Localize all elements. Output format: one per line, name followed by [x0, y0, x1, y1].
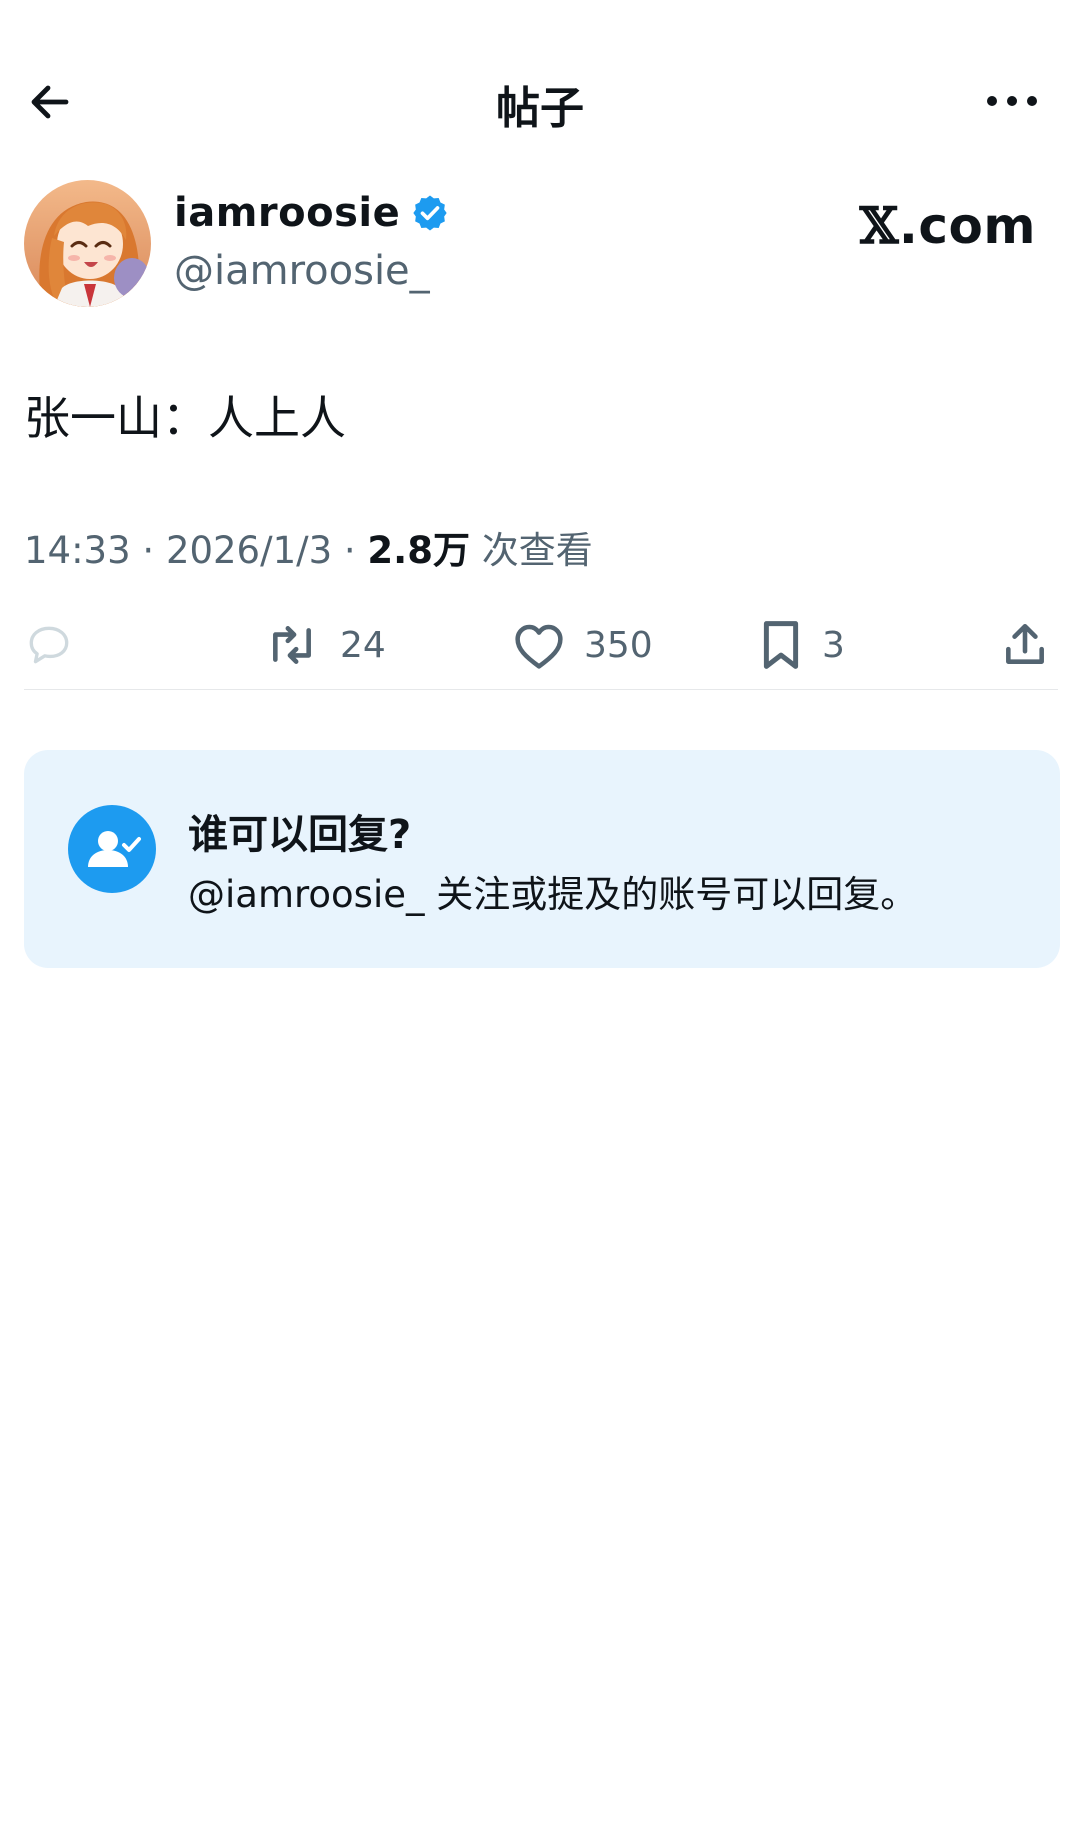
reply-restriction-description: @iamroosie_ 关注或提及的账号可以回复。: [188, 873, 918, 916]
heart-icon: [515, 624, 563, 669]
x-logo-mark: 𝕏: [859, 196, 899, 255]
reply-restriction-title: 谁可以回复?: [188, 812, 412, 858]
more-horizontal-icon: [987, 96, 1037, 106]
reply-button[interactable]: [24, 610, 92, 680]
meta-separator: ·: [343, 529, 356, 572]
post-text: 张一山：人上人: [24, 391, 346, 445]
like-button[interactable]: 350: [512, 610, 653, 680]
like-count: 350: [584, 624, 653, 666]
display-name[interactable]: iamroosie: [174, 190, 400, 236]
avatar[interactable]: [24, 180, 151, 307]
x-logo-suffix: .com: [898, 197, 1036, 255]
bookmark-icon: [763, 621, 799, 669]
bookmark-count: 3: [822, 624, 845, 666]
post-meta: 14:33 · 2026/1/3 · 2.8万 次查看: [24, 520, 593, 574]
user-check-icon: [68, 805, 156, 893]
more-button[interactable]: [984, 88, 1040, 114]
page-title: 帖子: [496, 83, 584, 134]
anime-girl-avatar: [24, 180, 151, 307]
views-label: 次查看: [481, 529, 593, 572]
repost-icon: [273, 626, 311, 664]
meta-separator: ·: [142, 529, 155, 572]
bookmark-button[interactable]: 3: [758, 610, 845, 680]
post-date[interactable]: 2026/1/3: [166, 529, 332, 572]
repost-button[interactable]: 24: [262, 610, 386, 680]
display-name-row: iamroosie: [174, 190, 450, 236]
action-bar: 24 350 3: [0, 610, 1080, 680]
action-divider: [24, 689, 1058, 690]
repost-count: 24: [340, 624, 386, 666]
post-time[interactable]: 14:33: [24, 529, 131, 572]
reply-restriction-card: 谁可以回复? @iamroosie_ 关注或提及的账号可以回复。: [24, 750, 1060, 968]
post-detail-page: 帖子 iamroosie @iamroosie_ 𝕏.com 张一山：人上人 1…: [0, 0, 1080, 1845]
share-icon: [1006, 623, 1044, 664]
reply-icon: [29, 626, 69, 664]
author-handle[interactable]: @iamroosie_: [174, 248, 430, 294]
x-com-logo: 𝕏.com: [860, 196, 1036, 255]
views-count: 2.8万: [367, 529, 470, 572]
verified-badge-icon: [413, 195, 447, 231]
share-button[interactable]: [1000, 610, 1050, 680]
